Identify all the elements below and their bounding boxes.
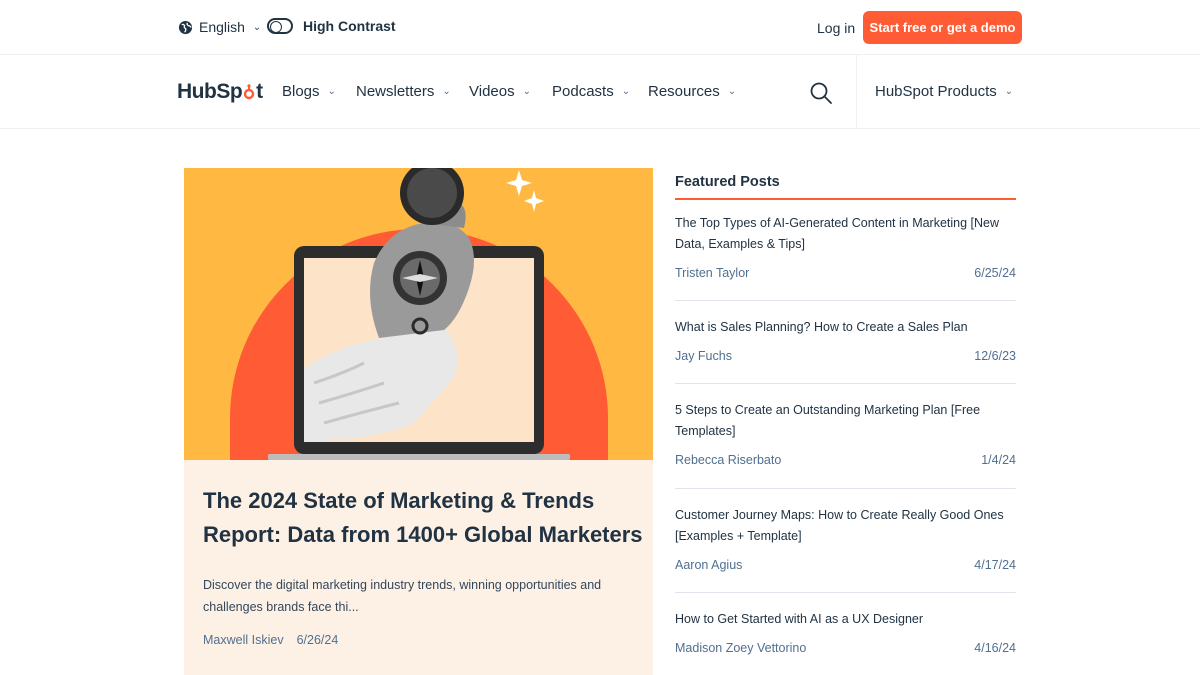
post-title[interactable]: What is Sales Planning? How to Create a …	[675, 317, 1016, 338]
nav-item-label: Videos	[469, 83, 515, 100]
post-date: 4/16/24	[974, 641, 1016, 655]
hero-date: 6/26/24	[296, 633, 339, 647]
hubspot-products-menu[interactable]: HubSpot Products ⌄	[875, 83, 1013, 100]
nav-item-podcasts[interactable]: Podcasts ⌄	[552, 83, 630, 100]
toggle-switch-icon	[267, 18, 293, 34]
featured-post[interactable]: How to Get Started with AI as a UX Desig…	[675, 609, 1016, 655]
nav-item-videos[interactable]: Videos ⌄	[469, 83, 531, 100]
main-nav: HubSp t Blogs ⌄ Newsletters ⌄ Videos ⌄ P…	[0, 55, 1200, 129]
login-link[interactable]: Log in	[817, 20, 855, 36]
chevron-down-icon: ⌄	[327, 86, 336, 97]
nav-item-blogs[interactable]: Blogs ⌄	[282, 83, 336, 100]
featured-post[interactable]: 5 Steps to Create an Outstanding Marketi…	[675, 400, 1016, 467]
nav-item-newsletters[interactable]: Newsletters ⌄	[356, 83, 451, 100]
language-selector[interactable]: English ⌄	[178, 19, 261, 35]
featured-post[interactable]: What is Sales Planning? How to Create a …	[675, 317, 1016, 363]
chevron-down-icon: ⌄	[252, 21, 262, 33]
logo-text-end: t	[256, 80, 263, 103]
featured-post[interactable]: The Top Types of AI-Generated Content in…	[675, 213, 1016, 280]
start-free-button[interactable]: Start free or get a demo	[863, 11, 1022, 44]
post-divider	[675, 488, 1016, 489]
nav-item-label: Blogs	[282, 83, 320, 100]
post-meta: Rebecca Riserbato 1/4/24	[675, 453, 1016, 467]
nav-item-label: Newsletters	[356, 83, 435, 100]
sprocket-icon	[243, 84, 255, 100]
post-title[interactable]: 5 Steps to Create an Outstanding Marketi…	[675, 400, 1016, 442]
post-meta: Jay Fuchs 12/6/23	[675, 349, 1016, 363]
high-contrast-label: High Contrast	[303, 18, 396, 34]
post-meta: Aaron Agius 4/17/24	[675, 558, 1016, 572]
chevron-down-icon: ⌄	[1004, 86, 1014, 97]
post-meta: Madison Zoey Vettorino 4/16/24	[675, 641, 1016, 655]
post-date: 4/17/24	[974, 558, 1016, 572]
hero-author[interactable]: Maxwell Iskiev	[203, 633, 284, 647]
search-icon[interactable]	[809, 81, 833, 105]
post-author[interactable]: Jay Fuchs	[675, 349, 732, 363]
hubspot-logo[interactable]: HubSp t	[177, 80, 263, 104]
chevron-down-icon: ⌄	[621, 86, 631, 97]
post-title[interactable]: The Top Types of AI-Generated Content in…	[675, 213, 1016, 255]
hero-title[interactable]: The 2024 State of Marketing & Trends Rep…	[203, 484, 643, 552]
utility-bar: English ⌄ High Contrast Log in Start fre…	[0, 0, 1200, 55]
post-date: 12/6/23	[974, 349, 1016, 363]
language-label: English	[199, 19, 245, 35]
chevron-down-icon: ⌄	[727, 86, 737, 97]
hero-post-card[interactable]: The 2024 State of Marketing & Trends Rep…	[184, 168, 653, 675]
post-divider	[675, 300, 1016, 301]
post-author[interactable]: Tristen Taylor	[675, 266, 749, 280]
chevron-down-icon: ⌄	[522, 86, 531, 97]
post-date: 1/4/24	[981, 453, 1016, 467]
nav-divider	[856, 55, 857, 129]
post-meta: Tristen Taylor 6/25/24	[675, 266, 1016, 280]
logo-text-start: HubSp	[177, 80, 243, 103]
post-title[interactable]: Customer Journey Maps: How to Create Rea…	[675, 505, 1016, 547]
featured-posts-heading: Featured Posts	[675, 174, 1016, 200]
high-contrast-toggle[interactable]: High Contrast	[267, 18, 396, 34]
post-author[interactable]: Madison Zoey Vettorino	[675, 641, 806, 655]
post-author[interactable]: Aaron Agius	[675, 558, 742, 572]
hero-description: Discover the digital marketing industry …	[203, 578, 602, 614]
hero-image	[184, 168, 653, 460]
post-title[interactable]: How to Get Started with AI as a UX Desig…	[675, 609, 1016, 630]
post-date: 6/25/24	[974, 266, 1016, 280]
nav-item-label: Resources	[648, 83, 720, 100]
nav-item-label: Podcasts	[552, 83, 614, 100]
hero-meta: Maxwell Iskiev 6/26/24	[203, 633, 338, 647]
hero-illustration	[230, 168, 608, 460]
featured-posts: Featured Posts	[675, 174, 1016, 200]
hero-body: The 2024 State of Marketing & Trends Rep…	[203, 484, 643, 618]
products-label: HubSpot Products	[875, 83, 997, 100]
featured-post[interactable]: Customer Journey Maps: How to Create Rea…	[675, 505, 1016, 572]
post-divider	[675, 592, 1016, 593]
chevron-down-icon: ⌄	[442, 86, 451, 97]
post-divider	[675, 383, 1016, 384]
globe-icon	[178, 20, 193, 34]
nav-item-resources[interactable]: Resources ⌄	[648, 83, 736, 100]
post-author[interactable]: Rebecca Riserbato	[675, 453, 781, 467]
